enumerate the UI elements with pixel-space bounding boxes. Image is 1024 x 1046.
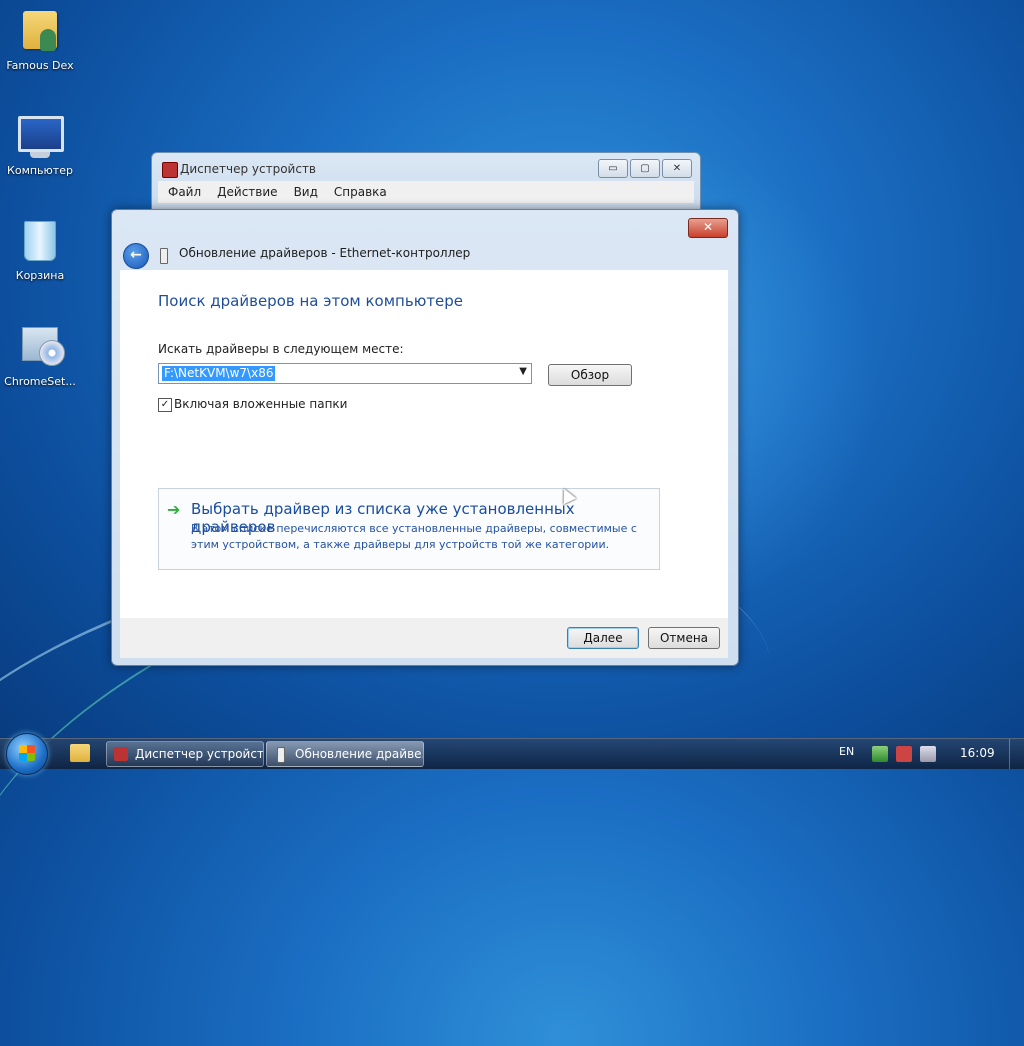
computer-icon bbox=[18, 116, 64, 160]
wizard-footer: Далее Отмена bbox=[120, 618, 728, 658]
include-subfolders-label[interactable]: Включая вложенные папки bbox=[174, 397, 347, 411]
dropdown-arrow-icon[interactable]: ▼ bbox=[519, 366, 527, 377]
taskbar-item-driver-update[interactable]: Обновление драйве... bbox=[266, 741, 424, 767]
explorer-pinned-icon[interactable] bbox=[70, 744, 90, 762]
browse-button[interactable]: Обзор bbox=[548, 364, 632, 386]
driver-update-wizard: ✕ ← Обновление драйверов - Ethernet-конт… bbox=[111, 209, 739, 666]
desktop-icon-label: ChromeSet... bbox=[4, 375, 76, 388]
clock[interactable]: 16:09 bbox=[960, 746, 995, 760]
menu-file[interactable]: Файл bbox=[168, 185, 201, 199]
page-heading: Поиск драйверов на этом компьютере bbox=[158, 292, 464, 310]
wizard-close-button[interactable]: ✕ bbox=[688, 218, 728, 238]
desktop-icon-label: Famous Dex bbox=[6, 59, 74, 72]
pick-from-list-option[interactable]: ➔ Выбрать драйвер из списка уже установл… bbox=[158, 488, 660, 570]
green-arrow-icon: ➔ bbox=[167, 500, 181, 519]
include-subfolders-checkbox[interactable]: ✓ bbox=[158, 398, 172, 412]
menu-help[interactable]: Справка bbox=[334, 185, 387, 199]
recycle-bin-icon bbox=[18, 221, 62, 265]
setup-cd-icon bbox=[18, 327, 65, 371]
desktop-icon-label: Корзина bbox=[15, 269, 65, 282]
pick-from-list-description: В этом списке перечисляются все установл… bbox=[191, 522, 637, 551]
next-button[interactable]: Далее bbox=[567, 627, 639, 649]
path-value[interactable]: F:\NetKVM\w7\x86 bbox=[162, 366, 276, 381]
path-combobox[interactable]: F:\NetKVM\w7\x86 ▼ bbox=[158, 363, 532, 384]
taskbar-item-label: Диспетчер устройств bbox=[135, 747, 264, 761]
start-button[interactable] bbox=[6, 733, 48, 775]
menu-action[interactable]: Действие bbox=[217, 185, 277, 199]
action-center-icon[interactable] bbox=[872, 746, 888, 762]
desktop-icon-label: Компьютер bbox=[7, 164, 73, 177]
cancel-button[interactable]: Отмена bbox=[648, 627, 720, 649]
search-location-label: Искать драйверы в следующем месте: bbox=[158, 342, 404, 356]
desktop-icon-chromesetup[interactable]: ChromeSet... bbox=[1, 323, 79, 388]
device-manager-title: Диспетчер устройств bbox=[180, 162, 317, 176]
show-desktop-button[interactable] bbox=[1009, 739, 1024, 769]
volume-muted-icon[interactable] bbox=[920, 746, 936, 762]
maximize-button[interactable]: ▢ bbox=[630, 159, 660, 178]
device-manager-icon bbox=[114, 747, 128, 761]
device-icon bbox=[277, 747, 285, 763]
wizard-title: Обновление драйверов - Ethernet-контролл… bbox=[179, 246, 471, 260]
desktop-icon-famous-dex[interactable]: Famous Dex bbox=[1, 8, 79, 72]
device-tray-icon[interactable] bbox=[896, 746, 912, 762]
menu-view[interactable]: Вид bbox=[294, 185, 318, 199]
user-folder-icon bbox=[18, 11, 62, 55]
taskbar-item-device-manager[interactable]: Диспетчер устройств bbox=[106, 741, 264, 767]
wizard-content: Поиск драйверов на этом компьютере Искат… bbox=[120, 270, 728, 618]
device-icon bbox=[160, 248, 168, 264]
device-manager-icon bbox=[162, 162, 178, 178]
menu-bar: Файл Действие Вид Справка bbox=[158, 181, 694, 203]
minimize-button[interactable]: ▭ bbox=[598, 159, 628, 178]
taskbar-item-label: Обновление драйве... bbox=[295, 747, 424, 761]
language-indicator[interactable]: EN bbox=[839, 745, 854, 758]
close-button[interactable]: ✕ bbox=[662, 159, 692, 178]
desktop-icon-recycle-bin[interactable]: Корзина bbox=[1, 218, 79, 282]
desktop-icon-computer[interactable]: Компьютер bbox=[1, 114, 79, 177]
back-button[interactable]: ← bbox=[123, 243, 149, 269]
windows-logo-icon bbox=[19, 745, 35, 761]
taskbar: Диспетчер устройств Обновление драйве...… bbox=[0, 733, 1024, 775]
